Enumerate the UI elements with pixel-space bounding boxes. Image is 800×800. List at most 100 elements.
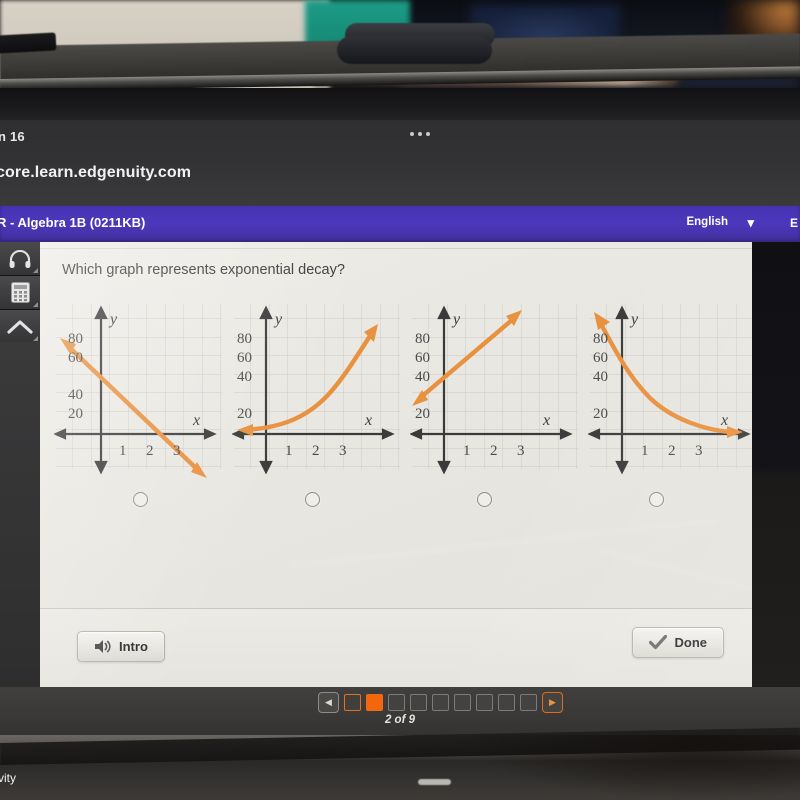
lesson-footer: Intro Done [40, 609, 752, 687]
svg-text:80: 80 [237, 331, 252, 347]
svg-text:40: 40 [415, 369, 430, 385]
svg-text:60: 60 [593, 350, 608, 366]
svg-text:80: 80 [415, 331, 430, 347]
radio-button-d[interactable] [648, 492, 664, 507]
svg-text:1: 1 [463, 443, 471, 459]
header-right-partial-text: E [789, 216, 798, 230]
svg-text:60: 60 [237, 350, 252, 366]
tool-corner-marker [33, 336, 38, 341]
done-button-label: Done [674, 635, 708, 650]
page-box-2[interactable] [366, 694, 383, 711]
svg-text:x: x [364, 412, 372, 429]
choice-c[interactable] [398, 492, 570, 522]
svg-text:40: 40 [237, 369, 252, 385]
svg-text:1: 1 [285, 443, 293, 459]
graph-option-c[interactable]: 80 60 40 20 1 2 3 y x [410, 300, 578, 485]
tool-corner-marker [33, 268, 38, 273]
background-light-pill [418, 779, 451, 785]
svg-text:x: x [192, 412, 200, 429]
svg-text:y: y [273, 311, 283, 328]
svg-text:y: y [108, 311, 118, 328]
scroll-up-tool[interactable] [0, 310, 40, 344]
up-arrow-icon [7, 319, 33, 334]
page-box-8[interactable] [498, 694, 515, 711]
tool-rail [0, 242, 40, 344]
answer-graph-row: 80 60 40 20 1 2 3 y x 80 60 40 20 1 2 3 … [54, 300, 752, 490]
page-indicator-label: 2 of 9 [384, 714, 416, 726]
radio-button-c[interactable] [476, 492, 492, 507]
pagination-control: ◀ ▶ [318, 692, 563, 713]
question-text: Which graph represents exponential decay… [62, 262, 345, 278]
svg-text:60: 60 [68, 350, 83, 366]
background-partial-text: vity [0, 771, 16, 785]
svg-text:y: y [629, 311, 639, 328]
screen-glare [602, 550, 752, 596]
app-header-bar: R - Algebra 1B (0211KB) English ▾ E [0, 206, 800, 242]
lesson-content-panel: Which graph represents exponential decay… [40, 242, 752, 687]
intro-button[interactable]: Intro [77, 631, 165, 662]
graph-option-b[interactable]: 80 60 40 20 1 2 3 y x [232, 300, 400, 485]
svg-text:40: 40 [593, 369, 608, 385]
svg-text:2: 2 [146, 443, 154, 459]
choice-b[interactable] [226, 492, 398, 522]
calculator-tool[interactable] [0, 276, 40, 310]
chevron-down-icon[interactable]: ▾ [747, 215, 754, 231]
device-clip-lower [337, 36, 492, 64]
graph-option-a[interactable]: 80 60 40 20 1 2 3 y x [54, 300, 222, 485]
intro-button-label: Intro [119, 639, 148, 654]
tool-corner-marker [33, 302, 38, 307]
address-bar-url[interactable]: core.learn.edgenuity.com [0, 164, 191, 182]
answer-choice-row [54, 492, 744, 522]
browser-chrome: n 16 core.learn.edgenuity.com [0, 120, 800, 206]
triangle-right-icon[interactable]: ▶ [542, 692, 563, 713]
page-box-9[interactable] [520, 694, 537, 711]
page-box-6[interactable] [454, 694, 471, 711]
svg-text:20: 20 [415, 406, 430, 422]
headphones-icon [9, 249, 31, 268]
svg-text:20: 20 [237, 406, 252, 422]
svg-text:40: 40 [68, 387, 83, 403]
speaker-icon [95, 640, 111, 653]
check-icon [648, 635, 667, 650]
page-box-7[interactable] [476, 694, 493, 711]
svg-text:1: 1 [119, 443, 127, 459]
photo-foreground: vity [0, 727, 800, 800]
page-box-4[interactable] [410, 694, 427, 711]
svg-text:2: 2 [312, 443, 320, 459]
svg-text:y: y [451, 311, 461, 328]
navigation-tray: ◀ ▶ 2 of 9 [0, 687, 800, 735]
page-box-3[interactable] [388, 694, 405, 711]
radio-button-b[interactable] [304, 492, 320, 507]
choice-d[interactable] [570, 492, 742, 522]
done-button[interactable]: Done [631, 627, 724, 658]
language-selector-label[interactable]: English [686, 216, 728, 228]
ellipsis-icon[interactable] [410, 132, 430, 136]
tool-rail-background [0, 342, 40, 687]
graph-option-d[interactable]: 80 60 40 20 1 2 3 y x [588, 300, 752, 485]
device-top-panel [0, 88, 800, 124]
svg-text:3: 3 [173, 443, 181, 459]
svg-text:20: 20 [593, 406, 608, 422]
calculator-icon [10, 282, 30, 303]
svg-text:3: 3 [517, 443, 525, 459]
svg-text:x: x [720, 412, 728, 429]
screen-glare [291, 519, 719, 567]
triangle-left-icon[interactable]: ◀ [318, 692, 339, 713]
svg-text:60: 60 [415, 350, 430, 366]
svg-text:80: 80 [593, 331, 608, 347]
course-title: R - Algebra 1B (0211KB) [0, 215, 146, 230]
svg-text:2: 2 [490, 443, 498, 459]
radio-button-a[interactable] [132, 492, 148, 507]
page-box-5[interactable] [432, 694, 449, 711]
svg-text:20: 20 [68, 406, 83, 422]
browser-tab-title[interactable]: n 16 [0, 129, 25, 144]
page-box-1[interactable] [344, 694, 361, 711]
svg-text:x: x [542, 412, 550, 429]
choice-a[interactable] [54, 492, 226, 522]
svg-text:80: 80 [68, 331, 83, 347]
audio-tool[interactable] [0, 242, 40, 276]
device-strap [0, 32, 57, 54]
svg-text:1: 1 [641, 443, 649, 459]
svg-text:2: 2 [668, 443, 676, 459]
panel-divider [40, 248, 752, 249]
